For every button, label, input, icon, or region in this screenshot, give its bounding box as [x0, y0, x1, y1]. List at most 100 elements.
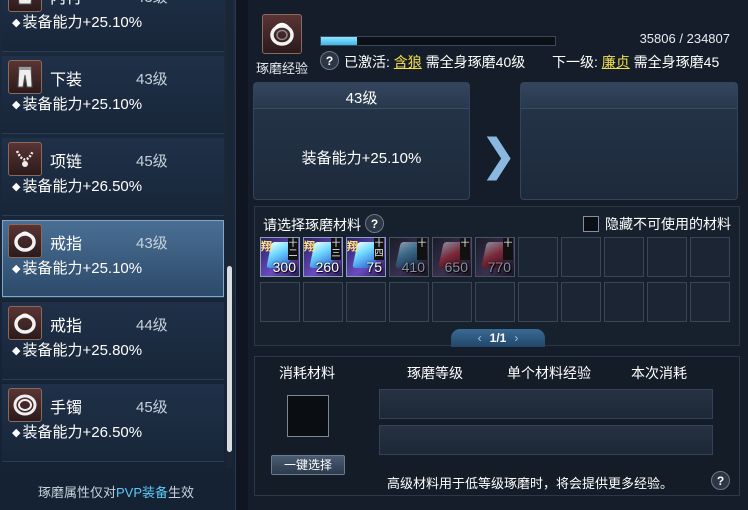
- material-panel: 请选择琢磨材料 ? 隐藏不可使用的材料 翔十二 300 翔十三 260 翔十四 75 十 41…: [254, 206, 740, 347]
- equipment-slot[interactable]: 下装 43级装备能力+25.10%: [2, 56, 224, 134]
- item-count: 650: [444, 259, 468, 275]
- tip-help-icon[interactable]: ?: [711, 471, 730, 490]
- item-rank: 十四: [374, 238, 384, 260]
- exp-readout: 35806 / 234807: [639, 31, 730, 46]
- material-title: 请选择琢磨材料: [263, 217, 361, 233]
- material-slot[interactable]: [432, 282, 472, 322]
- item-rank: 十: [460, 238, 470, 260]
- list-scrollbar[interactable]: [226, 0, 233, 468]
- material-slot[interactable]: [518, 237, 558, 277]
- hide-unusable-checkbox[interactable]: [583, 216, 599, 232]
- slot-stat: 装备能力+25.10%: [12, 257, 142, 278]
- exp-row: [379, 425, 713, 455]
- item-rank: 十三: [331, 238, 341, 260]
- activated-name-link[interactable]: 含狼: [394, 54, 422, 70]
- hide-unusable-toggle[interactable]: 隐藏不可使用的材料: [583, 214, 731, 234]
- col-level: 琢磨等级: [407, 365, 463, 381]
- item-tag: 翔: [304, 241, 315, 253]
- next-name-link[interactable]: 廉贞: [602, 54, 630, 70]
- material-slot[interactable]: [260, 282, 300, 322]
- item-rank: 十: [503, 238, 513, 260]
- current-level-box: 43级 装备能力+25.10%: [253, 82, 470, 200]
- material-slot[interactable]: [475, 282, 515, 322]
- material-item[interactable]: 翔 十二 300: [260, 237, 300, 277]
- current-level: 43级: [345, 90, 378, 107]
- col-material: 消耗材料: [279, 365, 335, 381]
- material-slot[interactable]: [303, 282, 343, 322]
- slot-stat: 装备能力+26.50%: [12, 421, 142, 442]
- slot-stat: 装备能力+25.10%: [12, 93, 142, 114]
- necklace-icon: [8, 142, 42, 176]
- polish-panel: 琢磨经验 35806 / 234807 ? 已激活: 含狼 需全身琢磨40级 下…: [248, 0, 748, 510]
- slot-level: 44级: [136, 317, 168, 334]
- equipment-slot[interactable]: 内衬 43级装备能力+25.10%: [2, 0, 224, 52]
- material-slot[interactable]: [604, 237, 644, 277]
- slot-name: 手镯: [50, 400, 83, 417]
- slot-stat: 装备能力+26.50%: [12, 175, 142, 196]
- pants-icon: [8, 60, 42, 94]
- equipment-list-panel: 内衬43级装备能力+25.10%下装43级装备能力+25.10%项链45级装备能…: [0, 0, 236, 510]
- col-exp: 单个材料经验: [507, 365, 591, 381]
- current-stat: 装备能力+25.10%: [301, 150, 422, 167]
- slot-name: 内衬: [50, 0, 82, 8]
- material-item[interactable]: 翔 十四 75: [346, 237, 386, 277]
- slot-level: 43级: [136, 235, 168, 252]
- material-help-icon[interactable]: ?: [365, 214, 384, 233]
- material-item[interactable]: 十 770: [475, 237, 515, 277]
- material-slot[interactable]: [561, 237, 601, 277]
- level-row: [379, 389, 713, 419]
- consume-panel: 消耗材料 琢磨等级 单个材料经验 本次消耗 一键选择 高级材料用于低等级琢磨时，…: [254, 356, 740, 496]
- equipment-slot[interactable]: 手镯 45级装备能力+26.50%: [2, 384, 224, 462]
- consume-material-slot[interactable]: [287, 395, 329, 437]
- equipment-slot[interactable]: 项链 45级装备能力+26.50%: [2, 138, 224, 216]
- slot-stat: 装备能力+25.80%: [12, 339, 142, 360]
- material-item[interactable]: 十 410: [389, 237, 429, 277]
- scrollbar-thumb[interactable]: [227, 266, 232, 452]
- slot-name: 下装: [50, 72, 83, 89]
- pvp-note: 琢磨属性仅对PVP装备生效: [37, 485, 195, 500]
- material-slot[interactable]: [561, 282, 601, 322]
- item-tag: 翔: [261, 241, 272, 253]
- activated-info: 已激活: 含狼 需全身琢磨40级: [344, 54, 526, 70]
- exp-progress-bar: [320, 36, 556, 46]
- material-slot[interactable]: [647, 282, 687, 322]
- material-slot[interactable]: [690, 237, 730, 277]
- slot-level: 43级: [136, 71, 168, 88]
- item-count: 300: [272, 259, 296, 275]
- material-item[interactable]: 十 650: [432, 237, 472, 277]
- prev-page-icon[interactable]: ‹: [478, 331, 482, 345]
- next-level-box: [520, 82, 738, 200]
- material-slot[interactable]: [346, 282, 386, 322]
- ring-icon: [262, 14, 302, 54]
- material-slot[interactable]: [389, 282, 429, 322]
- ring-icon: [8, 306, 42, 340]
- col-cost: 本次消耗: [631, 365, 687, 381]
- material-slot[interactable]: [518, 282, 558, 322]
- item-tag: 翔: [347, 241, 358, 253]
- one-click-select-button[interactable]: 一键选择: [271, 455, 345, 475]
- item-rank: 十二: [288, 238, 298, 260]
- item-rank: 十: [417, 238, 427, 260]
- equipment-slot[interactable]: 戒指 44级装备能力+25.80%: [2, 302, 224, 380]
- chevron-right-icon: ❯: [480, 131, 517, 180]
- slot-name: 戒指: [50, 236, 83, 253]
- material-slot[interactable]: [647, 237, 687, 277]
- slot-level: 43级: [136, 0, 168, 7]
- next-page-icon[interactable]: ›: [514, 331, 518, 345]
- item-count: 410: [401, 259, 425, 275]
- equipment-slot[interactable]: 戒指 43级装备能力+25.10%: [2, 220, 224, 298]
- item-count: 75: [366, 259, 382, 275]
- page-indicator: 1/1: [489, 331, 507, 345]
- pagination[interactable]: ‹ 1/1 ›: [451, 329, 545, 347]
- slot-name: 项链: [50, 154, 83, 171]
- material-slot[interactable]: [690, 282, 730, 322]
- material-slot[interactable]: [604, 282, 644, 322]
- slot-level: 45级: [136, 399, 168, 416]
- polish-exp-label: 琢磨经验: [256, 61, 309, 76]
- slot-stat: 装备能力+25.10%: [12, 11, 142, 32]
- slot-name: 戒指: [50, 318, 83, 335]
- material-item[interactable]: 翔 十三 260: [303, 237, 343, 277]
- help-icon[interactable]: ?: [320, 51, 339, 70]
- item-count: 770: [487, 259, 511, 275]
- slot-level: 45级: [136, 153, 168, 170]
